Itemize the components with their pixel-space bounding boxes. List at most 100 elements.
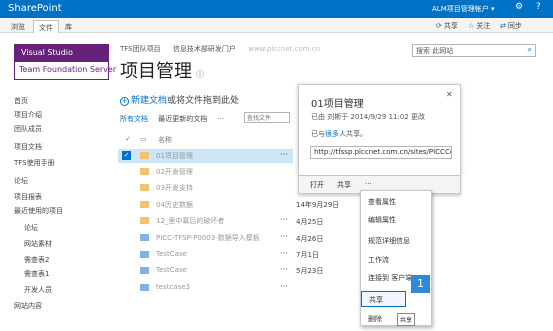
nav-item-intro[interactable]: 项目介绍: [14, 110, 42, 120]
search-placeholder: 搜索 此网站: [416, 47, 454, 55]
more-views-button[interactable]: ···: [217, 115, 224, 123]
follow-button[interactable]: ☆ 关注: [468, 21, 490, 31]
gear-icon[interactable]: ⚙: [515, 2, 523, 12]
table-row[interactable]: PICC-TFSP-P0003-数据导入模板 ···: [118, 231, 293, 245]
table-row[interactable]: TestCase ···: [118, 248, 293, 262]
share-icon: ⟳: [436, 22, 442, 30]
table-row[interactable]: 03开发支持: [118, 181, 293, 195]
row-menu-button[interactable]: ···: [280, 249, 288, 258]
suite-bar: SharePoint ALM项目管理帐户 ▾ ⚙ ?: [0, 0, 553, 18]
document-icon: [140, 267, 149, 274]
nav-subitem[interactable]: 网站素材: [24, 239, 52, 249]
nav-subitem[interactable]: 开发人员: [24, 285, 52, 295]
nav-item-home[interactable]: 首页: [14, 96, 28, 106]
nav-item-recent[interactable]: 最近使用的项目: [14, 206, 63, 216]
nav-item-tfs-manual[interactable]: TFS使用手册: [14, 158, 55, 168]
row-menu-button[interactable]: ···: [280, 232, 288, 241]
menu-item-edit-properties[interactable]: 编辑属性: [368, 215, 396, 225]
search-icon[interactable]: ⌕: [528, 45, 532, 55]
tab-library[interactable]: 库: [60, 20, 77, 33]
menu-item-share[interactable]: 共享: [361, 291, 406, 307]
breadcrumb-item[interactable]: 信息技术部研发门户: [173, 45, 236, 53]
nav-item-team[interactable]: 团队成员: [14, 124, 42, 134]
close-icon[interactable]: ✕: [446, 90, 453, 99]
site-logo[interactable]: Visual Studio Team Foundation Server: [14, 44, 116, 80]
view-selector: 所有文档 最近更新的文档 ···: [120, 114, 232, 124]
row-name[interactable]: TestCase: [156, 250, 187, 258]
context-menu: 查看属性 编辑属性 规范详细信息 工作流 连接到 客户端 共享 删除 共享: [360, 190, 432, 326]
callout-url-field[interactable]: http://tfssp.plccnet.com.cn/sites/PICCCo: [310, 146, 452, 159]
row-name[interactable]: TestCase: [156, 266, 187, 274]
menu-item-workflow[interactable]: 工作流: [368, 255, 389, 265]
nav-subitem[interactable]: 需查表1: [24, 269, 49, 279]
file-callout: 01项目管理 ✕ 已由 刘斯于 2014/9/29 11:02 更改 已与很多人…: [298, 84, 461, 176]
menu-item-compliance[interactable]: 规范详细信息: [368, 236, 410, 246]
callout-share-button[interactable]: 共享: [337, 180, 351, 190]
modified-date: 7月1日: [296, 251, 319, 259]
nav-item-forum[interactable]: 论坛: [14, 176, 28, 186]
menu-item-view-properties[interactable]: 查看属性: [368, 197, 396, 207]
page-title: 项目管理 ⓘ: [120, 57, 204, 83]
nav-item-reports[interactable]: 项目报表: [14, 192, 42, 202]
row-name[interactable]: 01项目管理: [156, 151, 193, 161]
account-menu[interactable]: ALM项目管理帐户 ▾: [432, 4, 494, 14]
folder-icon: [140, 168, 149, 175]
drag-hint: 或将文件拖到此处: [167, 96, 240, 106]
plus-icon: +: [120, 97, 129, 106]
row-menu-button[interactable]: ···: [280, 150, 288, 159]
table-row[interactable]: 12_里中幕后的破坏者 ···: [118, 214, 293, 228]
nav-subitem[interactable]: 论坛: [24, 223, 38, 233]
row-name[interactable]: PICC-TFSP-P0003-数据导入模板: [156, 233, 260, 243]
tab-files[interactable]: 文件: [33, 20, 59, 33]
table-row[interactable]: 04历史数据: [118, 198, 293, 212]
new-document-link[interactable]: 新建文档: [131, 96, 167, 106]
share-button[interactable]: ⟳ 共享: [436, 21, 458, 31]
callout-modified: 已由 刘斯于 2014/9/29 11:02 更改: [311, 113, 425, 121]
breadcrumb: TFS团队项目 信息技术部研发门户 www.plccnet.com.cn: [120, 44, 330, 54]
callout-more-button[interactable]: ···: [365, 180, 372, 188]
row-menu-button[interactable]: ···: [280, 215, 288, 224]
table-row[interactable]: 02开发管理: [118, 165, 293, 179]
find-file-input[interactable]: 查找文件: [244, 112, 290, 123]
row-menu-button[interactable]: ···: [280, 282, 288, 291]
view-recent-documents[interactable]: 最近更新的文档: [158, 115, 207, 123]
type-icon: ▭: [140, 135, 147, 143]
help-icon[interactable]: ?: [536, 2, 541, 12]
new-document[interactable]: + 新建文档或将文件拖到此处: [120, 93, 239, 106]
tab-browse[interactable]: 浏览: [6, 20, 30, 33]
shared-with-link[interactable]: 很多人: [325, 130, 346, 138]
nav-item-site-contents[interactable]: 网站内容: [14, 301, 42, 311]
ribbon: 浏览 文件 库 ⟳ 共享 ☆ 关注 ⇄ 同步: [0, 18, 553, 33]
document-icon: [140, 234, 149, 241]
row-name[interactable]: 02开发管理: [156, 167, 193, 177]
row-name[interactable]: testcase3: [156, 283, 190, 291]
shared-prefix: 已与: [311, 130, 325, 138]
modified-date: 5月23日: [296, 267, 324, 275]
table-row[interactable]: TestCase ···: [118, 264, 293, 278]
sync-button[interactable]: ⇄ 同步: [500, 21, 522, 31]
nav-subitem[interactable]: 需查表2: [24, 255, 49, 265]
nav-item-docs[interactable]: 项目文档: [14, 142, 42, 152]
row-menu-button[interactable]: ···: [280, 265, 288, 274]
view-all-documents[interactable]: 所有文档: [120, 115, 148, 123]
table-row[interactable]: testcase3 ···: [118, 281, 293, 295]
folder-icon: [140, 184, 149, 191]
table-row[interactable]: ✓ 01项目管理 ···: [118, 149, 293, 163]
column-header-name[interactable]: 名称: [158, 135, 172, 145]
row-checkbox[interactable]: ✓: [122, 151, 131, 160]
row-name[interactable]: 03开发支持: [156, 183, 193, 193]
select-all-check-icon[interactable]: ✓: [125, 135, 131, 143]
open-button[interactable]: 打开: [310, 180, 324, 190]
search-input[interactable]: 搜索 此网站 ⌕: [412, 44, 536, 57]
info-icon[interactable]: ⓘ: [196, 70, 204, 79]
breadcrumb-item[interactable]: www.plccnet.com.cn: [248, 45, 320, 53]
menu-item-connect-client[interactable]: 连接到 客户端: [368, 273, 412, 283]
app-title[interactable]: SharePoint: [8, 3, 62, 14]
menu-item-delete[interactable]: 删除: [368, 314, 382, 324]
breadcrumb-item[interactable]: TFS团队项目: [120, 45, 161, 53]
star-icon: ☆: [468, 22, 475, 30]
row-name[interactable]: 12_里中幕后的破坏者: [156, 216, 224, 226]
logo-line-1: Visual Studio: [15, 45, 108, 62]
row-name[interactable]: 04历史数据: [156, 200, 193, 210]
sync-icon: ⇄: [500, 22, 506, 30]
